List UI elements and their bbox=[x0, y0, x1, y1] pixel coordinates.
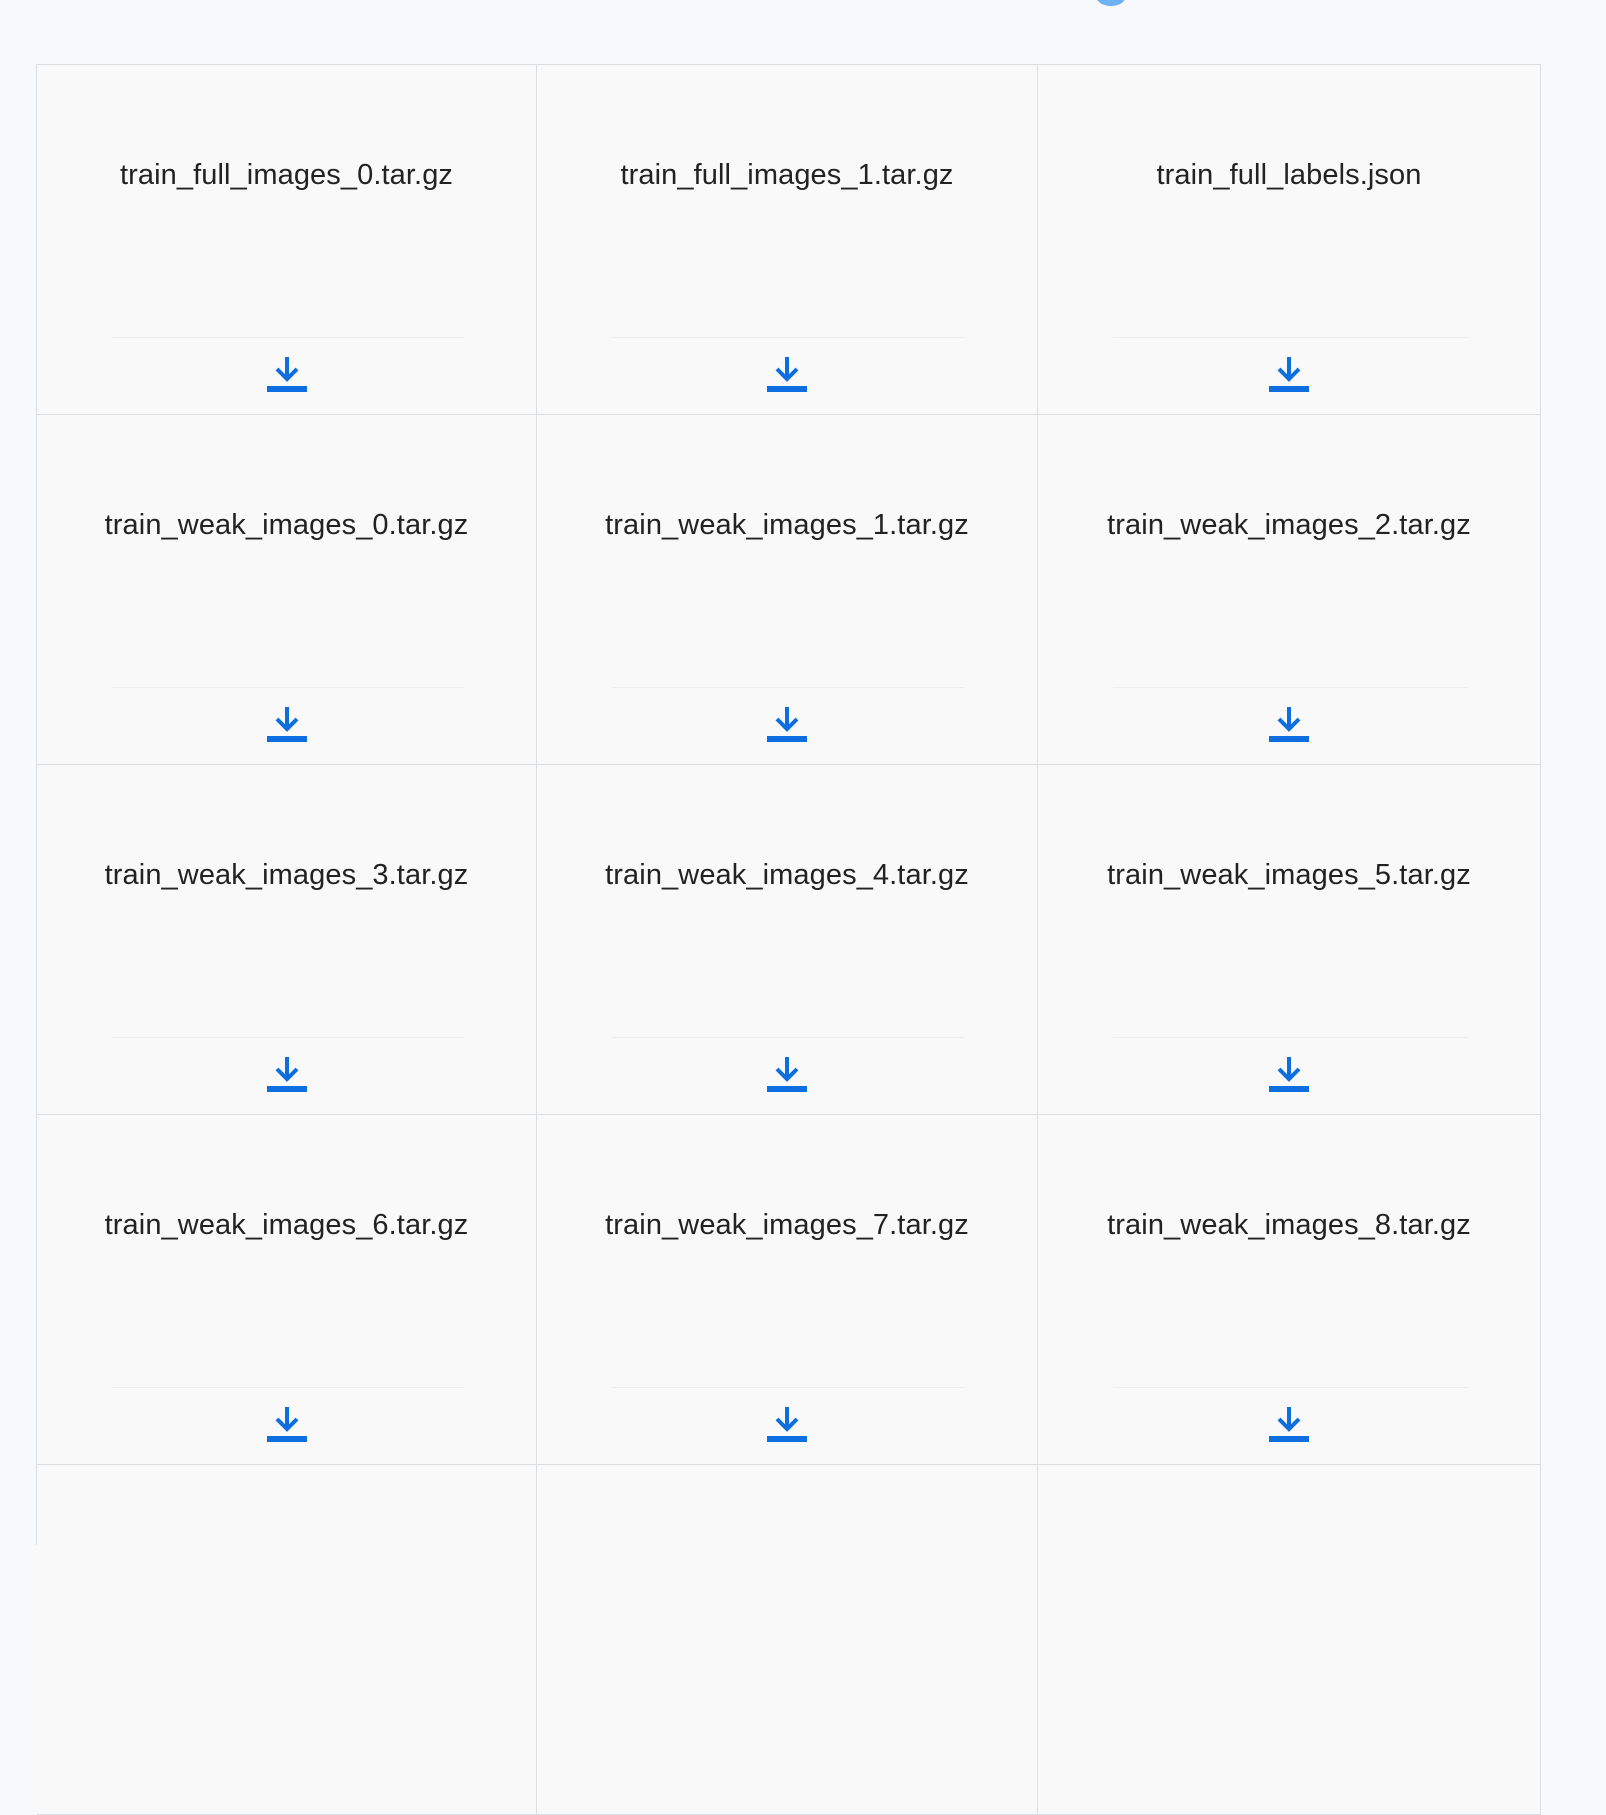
file-card: train_full_labels.json bbox=[1038, 65, 1541, 415]
download-icon bbox=[767, 1407, 807, 1442]
card-divider bbox=[612, 687, 965, 688]
card-divider bbox=[1113, 337, 1468, 338]
download-icon bbox=[1269, 1057, 1309, 1092]
download-button[interactable] bbox=[1267, 1404, 1311, 1444]
download-icon bbox=[266, 1057, 307, 1092]
download-button[interactable] bbox=[1267, 1054, 1311, 1094]
file-card: train_full_images_0.tar.gz bbox=[37, 65, 537, 415]
file-card bbox=[37, 1465, 537, 1815]
card-divider bbox=[612, 1037, 965, 1038]
file-card: train_weak_images_1.tar.gz bbox=[537, 415, 1038, 765]
file-card: train_full_images_1.tar.gz bbox=[537, 65, 1038, 415]
download-button[interactable] bbox=[765, 704, 809, 744]
download-icon bbox=[767, 1057, 807, 1092]
file-card: train_weak_images_8.tar.gz bbox=[1038, 1115, 1541, 1465]
download-icon bbox=[1269, 1407, 1309, 1442]
file-card bbox=[1038, 1465, 1541, 1815]
card-divider bbox=[1113, 687, 1468, 688]
file-card: train_weak_images_6.tar.gz bbox=[37, 1115, 537, 1465]
file-card: train_weak_images_3.tar.gz bbox=[37, 765, 537, 1115]
card-divider bbox=[112, 1387, 464, 1388]
file-name: train_weak_images_1.tar.gz bbox=[605, 509, 969, 541]
file-name: train_weak_images_7.tar.gz bbox=[605, 1209, 969, 1241]
download-button[interactable] bbox=[265, 1054, 309, 1094]
download-icon bbox=[1269, 357, 1309, 392]
top-indicator-dot bbox=[1096, 0, 1126, 6]
card-divider bbox=[112, 337, 464, 338]
card-divider bbox=[1113, 1387, 1468, 1388]
file-card: train_weak_images_2.tar.gz bbox=[1038, 415, 1541, 765]
download-button[interactable] bbox=[1267, 354, 1311, 394]
file-name: train_weak_images_2.tar.gz bbox=[1107, 509, 1471, 541]
download-icon bbox=[266, 707, 307, 742]
file-card bbox=[537, 1465, 1038, 1815]
file-name: train_weak_images_4.tar.gz bbox=[605, 859, 969, 891]
file-name: train_weak_images_3.tar.gz bbox=[104, 859, 469, 891]
file-name: train_weak_images_5.tar.gz bbox=[1107, 859, 1471, 891]
download-button[interactable] bbox=[765, 1054, 809, 1094]
card-divider bbox=[1113, 1037, 1468, 1038]
file-card: train_weak_images_7.tar.gz bbox=[537, 1115, 1038, 1465]
download-button[interactable] bbox=[765, 354, 809, 394]
file-name: train_full_labels.json bbox=[1156, 159, 1422, 191]
file-card: train_weak_images_0.tar.gz bbox=[37, 415, 537, 765]
file-name: train_full_images_0.tar.gz bbox=[119, 159, 454, 191]
card-divider bbox=[612, 337, 965, 338]
file-card: train_weak_images_4.tar.gz bbox=[537, 765, 1038, 1115]
card-divider bbox=[112, 687, 464, 688]
file-name: train_weak_images_6.tar.gz bbox=[104, 1209, 469, 1241]
card-divider bbox=[612, 1387, 965, 1388]
download-button[interactable] bbox=[765, 1404, 809, 1444]
download-icon bbox=[266, 1407, 307, 1442]
card-divider bbox=[112, 1037, 464, 1038]
file-card: train_weak_images_5.tar.gz bbox=[1038, 765, 1541, 1115]
file-name: train_weak_images_8.tar.gz bbox=[1107, 1209, 1471, 1241]
download-button[interactable] bbox=[265, 1404, 309, 1444]
download-button[interactable] bbox=[265, 354, 309, 394]
file-name: train_full_images_1.tar.gz bbox=[620, 159, 954, 191]
download-button[interactable] bbox=[1267, 704, 1311, 744]
download-icon bbox=[1269, 707, 1309, 742]
download-button[interactable] bbox=[265, 704, 309, 744]
download-icon bbox=[767, 357, 807, 392]
download-icon bbox=[767, 707, 807, 742]
file-download-grid: train_full_images_0.tar.gz train_full_im… bbox=[36, 64, 1541, 1815]
file-name: train_weak_images_0.tar.gz bbox=[104, 509, 469, 541]
download-icon bbox=[266, 357, 307, 392]
